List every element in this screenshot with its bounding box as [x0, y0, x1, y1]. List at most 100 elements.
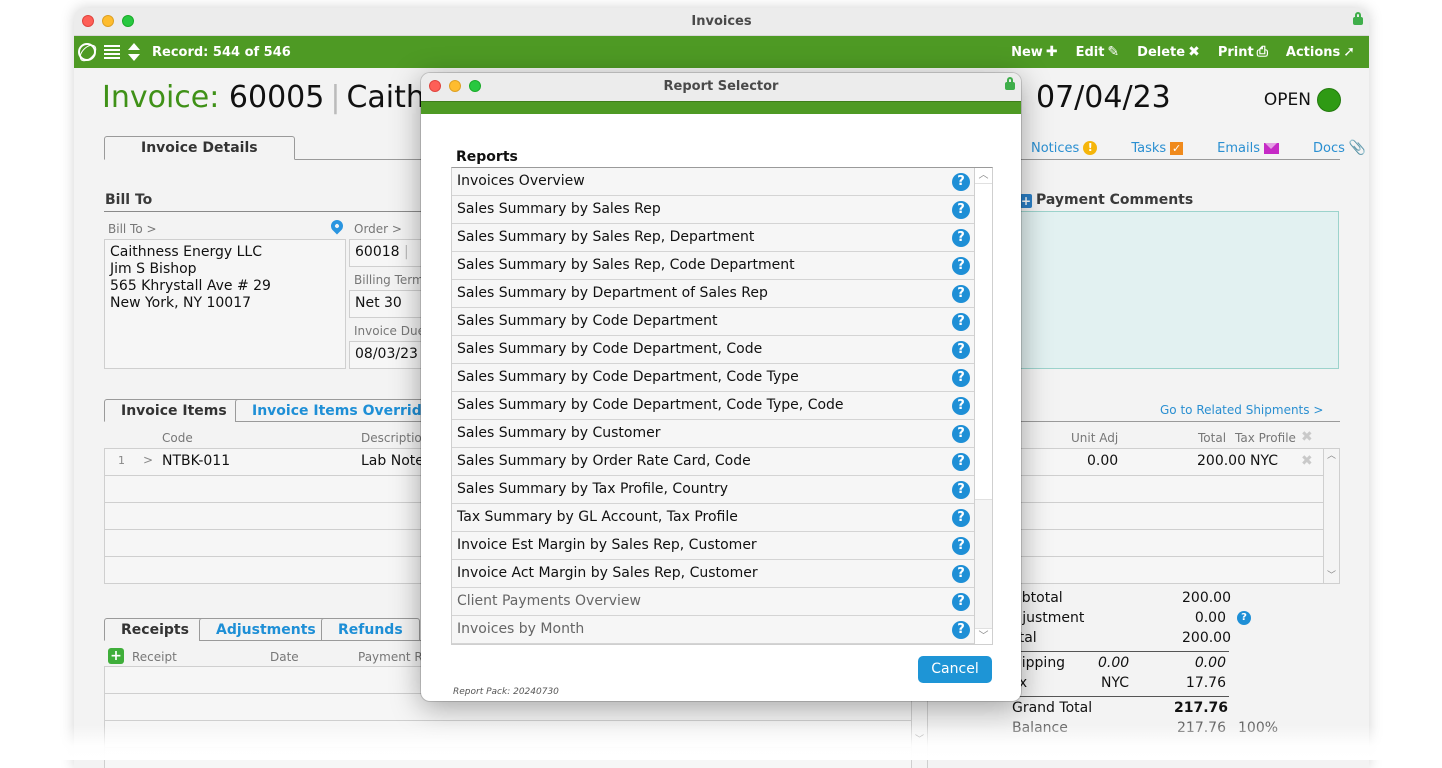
shipping-value: 0.00	[1194, 655, 1226, 671]
dialog-title: Report Selector	[663, 79, 779, 94]
report-item[interactable]: Sales Summary by Sales Rep, Code Departm…	[452, 252, 975, 280]
scroll-down-icon[interactable]: ﹀	[975, 628, 992, 644]
map-pin-icon[interactable]	[328, 217, 346, 235]
report-name: Sales Summary by Code Department	[457, 313, 718, 329]
help-icon[interactable]: ?	[952, 257, 970, 275]
scroll-down-icon[interactable]: ﹀	[1324, 569, 1339, 583]
report-item[interactable]: Client Payments Overview?	[452, 588, 975, 616]
report-item[interactable]: Invoice Est Margin by Sales Rep, Custome…	[452, 532, 975, 560]
report-name: Invoices Overview	[457, 173, 585, 189]
add-receipt-button[interactable]: +	[108, 648, 124, 664]
help-icon[interactable]: ?	[952, 425, 970, 443]
related-shipments-link[interactable]: Go to Related Shipments >	[1160, 403, 1323, 417]
report-item[interactable]: Sales Summary by Sales Rep, Department?	[452, 224, 975, 252]
report-item[interactable]: Invoices Overview?	[452, 168, 975, 196]
help-icon[interactable]: ?	[1237, 611, 1251, 625]
scroll-up-icon[interactable]: ︿	[1324, 449, 1339, 463]
docs-link[interactable]: Docs 📎	[1313, 140, 1366, 156]
add-comment-icon[interactable]: +	[1020, 194, 1032, 208]
help-icon[interactable]: ?	[952, 173, 970, 191]
bill-to-address[interactable]: Caithness Energy LLC Jim S Bishop 565 Kh…	[104, 239, 346, 369]
tab-invoice-items[interactable]: Invoice Items	[104, 399, 244, 422]
new-label: New	[1011, 44, 1043, 60]
col-date: Date	[270, 650, 299, 664]
notices-label: Notices	[1031, 140, 1080, 156]
plus-icon: ✚	[1045, 44, 1058, 60]
report-item[interactable]: Sales Summary by Code Department, Code?	[452, 336, 975, 364]
order-field[interactable]: 60018 |	[349, 239, 429, 267]
globe-icon[interactable]	[78, 43, 96, 61]
notices-link[interactable]: Notices!	[1031, 140, 1098, 156]
tasks-link[interactable]: Tasks ✓	[1131, 140, 1184, 156]
tab-invoice-items-override[interactable]: Invoice Items Override	[235, 399, 449, 422]
grand-total-label: Grand Total	[1012, 700, 1093, 716]
printer-icon: ⎙	[1256, 44, 1268, 60]
help-icon[interactable]: ?	[952, 621, 970, 639]
help-icon[interactable]: ?	[952, 537, 970, 555]
report-item[interactable]: Sales Summary by Code Department, Code T…	[452, 392, 975, 420]
expand-row-icon[interactable]: >	[143, 453, 153, 467]
help-icon[interactable]: ?	[952, 313, 970, 331]
actions-button[interactable]: Actions ➚	[1286, 44, 1355, 60]
help-icon[interactable]: ?	[952, 593, 970, 611]
report-item[interactable]: Sales Summary by Order Rate Card, Code?	[452, 448, 975, 476]
billing-terms-label: Billing Terms	[354, 273, 430, 287]
help-icon[interactable]: ?	[952, 229, 970, 247]
help-icon[interactable]: ?	[952, 481, 970, 499]
report-name: Sales Summary by Code Department, Code T…	[457, 369, 799, 385]
address-line: Caithness Energy LLC	[110, 244, 262, 260]
bill-to-label[interactable]: Bill To >	[108, 222, 157, 236]
window-titlebar: Invoices	[74, 8, 1369, 36]
new-button[interactable]: New ✚	[1011, 44, 1057, 60]
cancel-button[interactable]: Cancel	[918, 656, 992, 683]
order-label[interactable]: Order >	[354, 222, 402, 236]
help-icon[interactable]: ?	[952, 397, 970, 415]
delete-button[interactable]: Delete ✖	[1137, 44, 1200, 60]
reports-label: Reports	[456, 149, 518, 165]
billing-terms-field[interactable]: Net 30	[349, 290, 429, 318]
table-row[interactable]	[105, 721, 927, 748]
tab-refunds[interactable]: Refunds	[321, 618, 420, 641]
help-icon[interactable]: ?	[952, 369, 970, 387]
help-icon[interactable]: ?	[952, 341, 970, 359]
help-icon[interactable]: ?	[952, 509, 970, 527]
scroll-thumb[interactable]	[975, 184, 992, 500]
help-icon[interactable]: ?	[952, 453, 970, 471]
report-item[interactable]: Sales Summary by Customer?	[452, 420, 975, 448]
tab-adjustments[interactable]: Adjustments	[199, 618, 333, 641]
list-menu-icon[interactable]	[104, 45, 120, 59]
report-item[interactable]: Invoice Act Margin by Sales Rep, Custome…	[452, 560, 975, 588]
envelope-icon	[1264, 142, 1279, 154]
report-item[interactable]: Invoices by Month?	[452, 616, 975, 644]
items-scrollbar[interactable]: ︿ ﹀	[1323, 449, 1339, 583]
report-name: Sales Summary by Sales Rep, Department	[457, 229, 755, 245]
report-name: Sales Summary by Tax Profile, Country	[457, 481, 729, 497]
record-navigator-icon[interactable]	[128, 43, 140, 61]
edit-button[interactable]: Edit ✎	[1076, 44, 1120, 60]
scroll-down-icon[interactable]: ﹀	[912, 733, 927, 747]
report-item[interactable]: Sales Summary by Tax Profile, Country?	[452, 476, 975, 504]
tax-value: 17.76	[1185, 675, 1226, 691]
help-icon[interactable]: ?	[952, 285, 970, 303]
delete-row-icon[interactable]: ✖	[1301, 453, 1313, 469]
address-line: Jim S Bishop	[110, 261, 197, 277]
help-icon[interactable]: ?	[952, 201, 970, 219]
report-pack-version: Report Pack: 20240730	[453, 687, 559, 697]
report-item[interactable]: Sales Summary by Department of Sales Rep…	[452, 280, 975, 308]
scroll-up-icon[interactable]: ︿	[975, 168, 992, 184]
report-item[interactable]: Sales Summary by Sales Rep?	[452, 196, 975, 224]
invoice-due-field[interactable]: 08/03/23	[349, 341, 429, 369]
report-item[interactable]: Tax Summary by GL Account, Tax Profile?	[452, 504, 975, 532]
tab-invoice-details[interactable]: Invoice Details	[104, 136, 295, 160]
x-icon: ✖	[1188, 44, 1200, 60]
report-name: Sales Summary by Sales Rep	[457, 201, 661, 217]
emails-link[interactable]: Emails	[1217, 140, 1279, 156]
help-icon[interactable]: ?	[952, 565, 970, 583]
payment-comments-field[interactable]	[1020, 211, 1339, 369]
clear-column-icon[interactable]: ✖	[1301, 429, 1313, 445]
print-button[interactable]: Print ⎙	[1218, 44, 1268, 60]
tab-receipts[interactable]: Receipts	[104, 618, 206, 641]
reports-scrollbar[interactable]: ︿ ﹀	[974, 168, 992, 644]
report-item[interactable]: Sales Summary by Code Department, Code T…	[452, 364, 975, 392]
report-item[interactable]: Sales Summary by Code Department?	[452, 308, 975, 336]
